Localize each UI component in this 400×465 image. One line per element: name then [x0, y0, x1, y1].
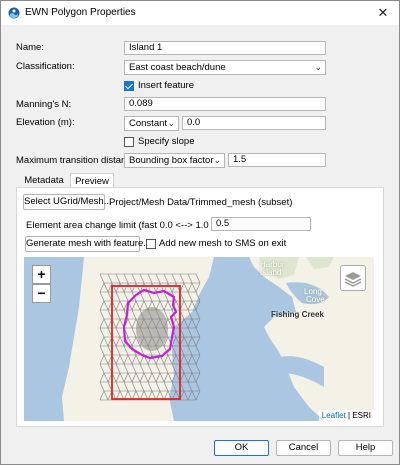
area-change-label: Element area change limit (fast 0.0 <-->… [26, 220, 237, 231]
mannings-label: Manning's N: [16, 99, 72, 110]
map-label-cove: Cove [306, 295, 325, 304]
leaflet-link[interactable]: Leaflet [322, 411, 346, 420]
classification-value: East coast beach/dune [129, 62, 226, 73]
select-ugrid-button[interactable]: Select UGrid/Mesh... [23, 194, 112, 210]
cancel-button[interactable]: Cancel [276, 440, 331, 456]
mannings-field[interactable]: 0.089 [124, 97, 326, 111]
name-label: Name: [16, 42, 44, 53]
ok-button[interactable]: OK [214, 440, 269, 456]
classification-select[interactable]: East coast beach/dune ⌄ [124, 60, 326, 75]
mesh-dense-region [136, 307, 168, 351]
app-logo-icon [8, 7, 20, 19]
insert-feature-checkbox[interactable] [124, 81, 134, 91]
generate-mesh-button[interactable]: Generate mesh with feature... [25, 236, 151, 252]
chevron-down-icon: ⌄ [213, 155, 221, 165]
max-transition-field[interactable]: 1.5 [228, 153, 326, 167]
map-canvas [62, 257, 374, 421]
map-view[interactable]: Harbor Island Long Cove Fishing Creek Le… [24, 257, 374, 421]
chevron-down-icon: ⌄ [167, 118, 175, 128]
dialog-window: EWN Polygon Properties ✕ Name: Island 1 … [0, 0, 400, 465]
max-transition-label: Maximum transition distance: [16, 155, 140, 166]
tab-preview[interactable]: Preview [70, 173, 114, 188]
area-change-field[interactable]: 0.5 [211, 217, 311, 231]
elevation-field[interactable]: 0.0 [182, 116, 326, 130]
specify-slope-checkbox[interactable] [124, 137, 134, 147]
zoom-in-button[interactable]: + [32, 265, 51, 284]
elevation-mode-value: Constant [129, 118, 168, 129]
help-button[interactable]: Help [338, 440, 393, 456]
add-mesh-checkbox[interactable] [146, 239, 156, 249]
mesh-path-text: Project/Mesh Data/Trimmed_mesh (subset) [109, 197, 293, 208]
specify-slope-label: Specify slope [138, 136, 195, 147]
attribution-source: ESRI [352, 411, 371, 420]
elevation-label: Elevation (m): [16, 117, 75, 128]
map-label-fishing-creek: Fishing Creek [271, 310, 324, 319]
title-bar: EWN Polygon Properties ✕ [1, 1, 399, 25]
classification-label: Classification: [16, 61, 75, 72]
window-title: EWN Polygon Properties [25, 7, 136, 18]
close-icon[interactable]: ✕ [371, 3, 395, 23]
zoom-out-button[interactable]: − [32, 284, 51, 303]
tab-metadata[interactable]: Metadata [19, 173, 69, 188]
map-label-island: Island [260, 268, 282, 277]
max-transition-mode-value: Bounding box factor [129, 155, 214, 166]
layers-icon[interactable] [340, 265, 366, 291]
chevron-down-icon: ⌄ [314, 62, 322, 72]
elevation-mode-select[interactable]: Constant ⌄ [124, 116, 179, 131]
add-mesh-label: Add new mesh to SMS on exit [159, 238, 287, 249]
name-field[interactable]: Island 1 [124, 41, 326, 55]
map-attribution: Leaflet | ESRI [318, 410, 374, 421]
max-transition-mode-select[interactable]: Bounding box factor ⌄ [124, 153, 225, 168]
insert-feature-label: Insert feature [138, 80, 194, 91]
